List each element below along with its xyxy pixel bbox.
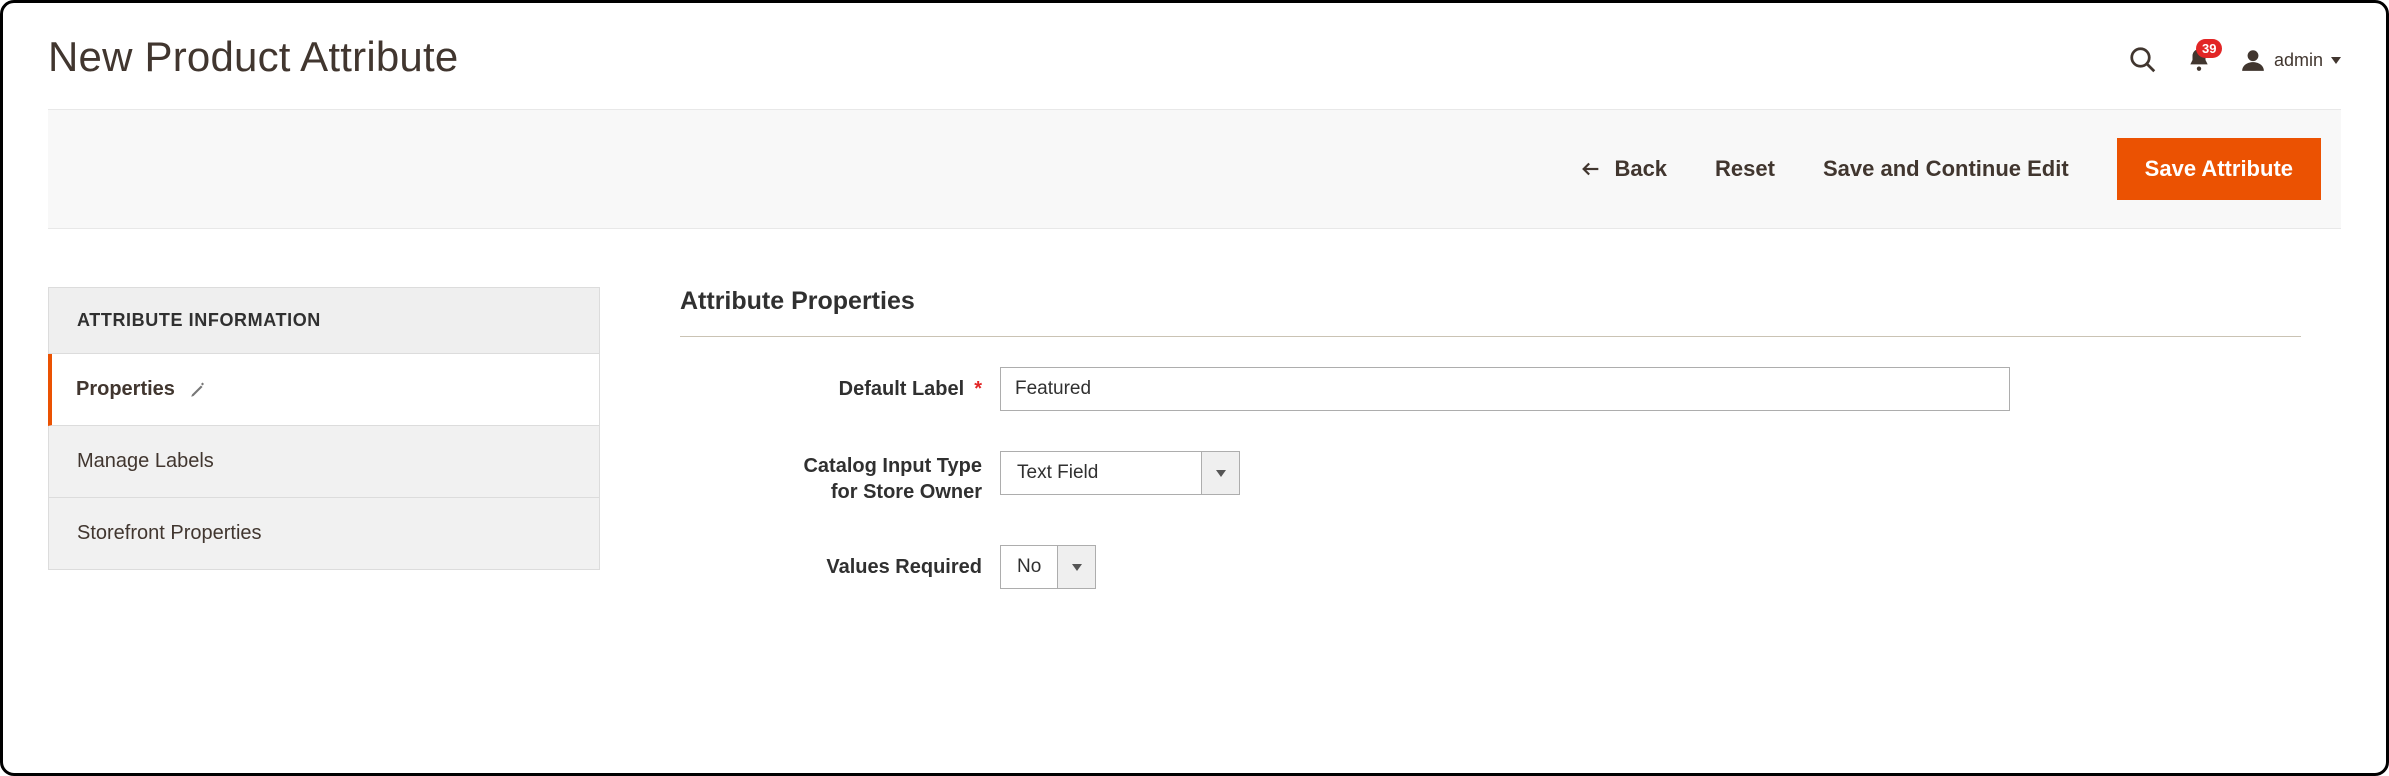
sidebar-heading: ATTRIBUTE INFORMATION bbox=[48, 287, 600, 354]
sidebar-item-label: Storefront Properties bbox=[77, 522, 262, 545]
select-toggle[interactable] bbox=[1201, 452, 1239, 494]
chevron-down-icon bbox=[1072, 564, 1082, 571]
back-button[interactable]: Back bbox=[1580, 156, 1667, 182]
field-default-label: Default Label * bbox=[680, 367, 2301, 411]
user-name-label: admin bbox=[2274, 50, 2323, 71]
chevron-down-icon bbox=[1216, 470, 1226, 477]
field-label: Values Required bbox=[826, 554, 982, 580]
select-value: Text Field bbox=[1001, 452, 1201, 494]
reset-button[interactable]: Reset bbox=[1715, 156, 1775, 182]
values-required-select[interactable]: No bbox=[1000, 545, 1096, 589]
arrow-left-icon bbox=[1580, 158, 1602, 180]
sidebar-item-storefront-properties[interactable]: Storefront Properties bbox=[48, 498, 600, 570]
back-label: Back bbox=[1614, 156, 1667, 182]
field-label: Catalog Input Typefor Store Owner bbox=[803, 453, 982, 505]
user-menu[interactable]: admin bbox=[2240, 47, 2341, 73]
search-button[interactable] bbox=[2128, 45, 2158, 75]
action-toolbar: Back Reset Save and Continue Edit Save A… bbox=[48, 109, 2341, 229]
notifications-button[interactable]: 39 bbox=[2186, 47, 2212, 73]
save-attribute-button[interactable]: Save Attribute bbox=[2117, 138, 2321, 200]
sidebar-item-manage-labels[interactable]: Manage Labels bbox=[48, 426, 600, 498]
sidebar-item-label: Manage Labels bbox=[77, 450, 214, 473]
pencil-icon bbox=[189, 381, 207, 399]
sidebar-item-properties[interactable]: Properties bbox=[48, 354, 600, 426]
search-icon bbox=[2128, 45, 2158, 75]
sidebar: ATTRIBUTE INFORMATION Properties Manage … bbox=[48, 287, 600, 629]
required-star-icon: * bbox=[974, 376, 982, 402]
notification-badge: 39 bbox=[2196, 39, 2222, 58]
user-icon bbox=[2240, 47, 2266, 73]
save-continue-button[interactable]: Save and Continue Edit bbox=[1823, 156, 2069, 182]
default-label-input[interactable] bbox=[1000, 367, 2010, 411]
input-type-select[interactable]: Text Field bbox=[1000, 451, 1240, 495]
main-content: Attribute Properties Default Label * Cat… bbox=[680, 287, 2341, 629]
page-title: New Product Attribute bbox=[48, 33, 458, 81]
chevron-down-icon bbox=[2331, 57, 2341, 64]
section-title: Attribute Properties bbox=[680, 287, 2301, 337]
sidebar-item-label: Properties bbox=[76, 378, 175, 401]
select-value: No bbox=[1001, 546, 1057, 588]
page-header: New Product Attribute 39 admin bbox=[48, 33, 2341, 81]
select-toggle[interactable] bbox=[1057, 546, 1095, 588]
field-input-type: Catalog Input Typefor Store Owner Text F… bbox=[680, 451, 2301, 505]
field-values-required: Values Required No bbox=[680, 545, 2301, 589]
field-label: Default Label bbox=[839, 376, 965, 402]
